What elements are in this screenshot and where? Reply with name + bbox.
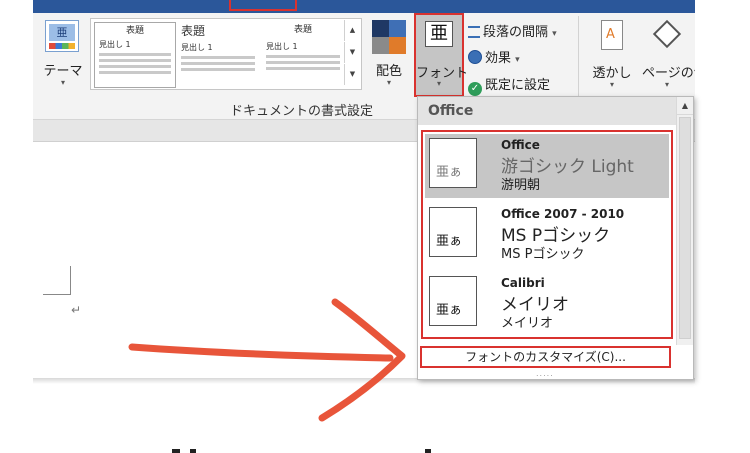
fonts-dropdown: Office ▲ 亜ぁ Office 游ゴシック Light 游明朝 亜ぁ Of… — [417, 96, 694, 380]
font-preview: 亜ぁ — [429, 276, 477, 326]
design-tab-highlight[interactable] — [229, 0, 297, 11]
thumb-title: 表題 — [293, 25, 312, 35]
watermark-icon: A — [601, 20, 623, 50]
body-font: メイリオ — [501, 316, 554, 331]
font-preview-glyph: 亜ぁ — [436, 234, 463, 249]
resize-grip[interactable]: ..... — [536, 369, 554, 378]
style-set-thumb[interactable]: 表題 見出し 1 — [94, 22, 176, 88]
font-option-office-2007[interactable]: 亜ぁ Office 2007 - 2010 MS Pゴシック MS Pゴシック — [425, 203, 669, 267]
font-set-name: Calibri — [501, 276, 545, 290]
font-preview: 亜ぁ — [429, 138, 477, 188]
thumb-text-line — [181, 62, 255, 65]
effects-label: 効果 — [485, 51, 512, 66]
paint-bucket-icon — [652, 19, 682, 50]
font-set-name: Office — [501, 138, 540, 152]
thumb-text-line — [181, 68, 255, 71]
page-color-button[interactable]: ページの色 ▾ — [642, 19, 702, 96]
dropdown-section-header: Office — [418, 97, 676, 125]
font-set-name: Office 2007 - 2010 — [501, 207, 625, 221]
font-preview-glyph: 亜ぁ — [436, 303, 463, 318]
thumb-heading: 見出し 1 — [181, 43, 213, 52]
set-default-label: 既定に設定 — [485, 78, 551, 93]
effects-button[interactable]: 効果 ▾ — [468, 47, 520, 66]
chevron-down-icon: ▾ — [436, 79, 441, 88]
style-set-thumb[interactable]: 表題 見出し 1 — [262, 22, 344, 86]
colors-button[interactable]: 配色 ▾ — [369, 18, 409, 92]
body-font: 游明朝 — [501, 178, 541, 193]
chevron-down-icon: ▾ — [552, 29, 557, 39]
margin-corner-mark — [70, 266, 71, 294]
body-font: MS Pゴシック — [501, 247, 585, 262]
thumb-heading: 見出し 1 — [266, 42, 298, 51]
style-set-gallery[interactable]: 表題 見出し 1 表題 見出し 1 表題 見出し 1 — [90, 18, 362, 90]
thumb-text-line — [181, 56, 255, 59]
font-icon: 亜 — [425, 21, 453, 47]
font-preview-glyph: 亜ぁ — [436, 165, 463, 180]
effects-icon — [468, 50, 482, 64]
theme-button[interactable]: 亜 テーマ ▾ — [38, 20, 88, 92]
colors-label: 配色 — [375, 64, 402, 79]
paragraph-spacing-icon — [468, 26, 480, 38]
font-option-calibri[interactable]: 亜ぁ Calibri メイリオ メイリオ — [425, 272, 669, 336]
paragraph-mark: ↵ — [71, 303, 82, 317]
customize-fonts-button[interactable]: フォントのカスタマイズ(C)... — [420, 346, 671, 368]
thumb-title: 表題 — [181, 24, 206, 38]
theme-icon: 亜 — [45, 20, 79, 52]
paragraph-spacing-button[interactable]: 段落の間隔 ▾ — [468, 21, 557, 40]
chevron-down-icon: ▾ — [664, 80, 669, 89]
group-label: ドキュメントの書式設定 — [230, 104, 374, 119]
palette-swatch — [372, 37, 389, 54]
thumb-text-line — [266, 61, 340, 64]
spacing-label: 段落の間隔 — [483, 25, 549, 40]
chevron-down-icon: ▾ — [609, 80, 614, 89]
thumb-title: 表題 — [125, 26, 144, 36]
cropped-marks — [172, 449, 431, 453]
title-bar — [33, 0, 695, 13]
gallery-more-button[interactable]: ▼ — [344, 64, 360, 85]
fonts-button[interactable]: 亜 フォント ▾ — [414, 13, 468, 97]
set-default-button[interactable]: ✓ 既定に設定 — [468, 74, 550, 96]
watermark-label: 透かし — [592, 66, 632, 81]
margin-corner-mark — [43, 294, 71, 295]
font-option-office[interactable]: 亜ぁ Office 游ゴシック Light 游明朝 — [425, 134, 669, 198]
cropped-mark — [172, 449, 180, 453]
chevron-down-icon: ▾ — [386, 78, 391, 87]
theme-color-strip — [49, 43, 75, 49]
font-preview: 亜ぁ — [429, 207, 477, 257]
annotation-arrow — [128, 298, 406, 422]
gallery-down-button[interactable]: ▼ — [344, 42, 360, 63]
cropped-mark — [425, 449, 431, 453]
cropped-mark — [190, 449, 196, 453]
palette-icon — [372, 20, 406, 54]
scroll-up-button[interactable]: ▲ — [677, 97, 693, 115]
thumb-text-line — [266, 67, 340, 70]
ribbon-separator — [578, 16, 579, 98]
thumb-heading: 見出し 1 — [99, 40, 131, 49]
theme-label: テーマ — [43, 64, 83, 79]
thumb-text-line — [99, 59, 171, 62]
scroll-thumb[interactable] — [679, 117, 691, 339]
watermark-glyph: A — [606, 27, 615, 42]
arrow-shaft — [128, 343, 394, 362]
thumb-text-line — [266, 55, 340, 58]
dropdown-scrollbar[interactable]: ▲ — [676, 97, 693, 345]
gallery-scroll: ▲ ▼ ▼ — [344, 20, 360, 86]
chevron-down-icon: ▾ — [515, 55, 520, 65]
gallery-up-button[interactable]: ▲ — [344, 20, 360, 41]
theme-glyph: 亜 — [49, 24, 75, 41]
palette-swatch — [389, 20, 406, 37]
thumb-text-line — [99, 53, 171, 56]
page-color-label: ページの色 — [642, 66, 695, 81]
check-icon: ✓ — [468, 82, 482, 96]
thumb-text-line — [99, 65, 171, 68]
chevron-down-icon: ▾ — [60, 78, 65, 87]
watermark-button[interactable]: A 透かし ▾ — [588, 20, 636, 96]
style-set-thumb[interactable]: 表題 見出し 1 — [177, 22, 259, 86]
font-list-highlight: 亜ぁ Office 游ゴシック Light 游明朝 亜ぁ Office 2007… — [421, 130, 673, 339]
thumb-text-line — [99, 71, 171, 74]
